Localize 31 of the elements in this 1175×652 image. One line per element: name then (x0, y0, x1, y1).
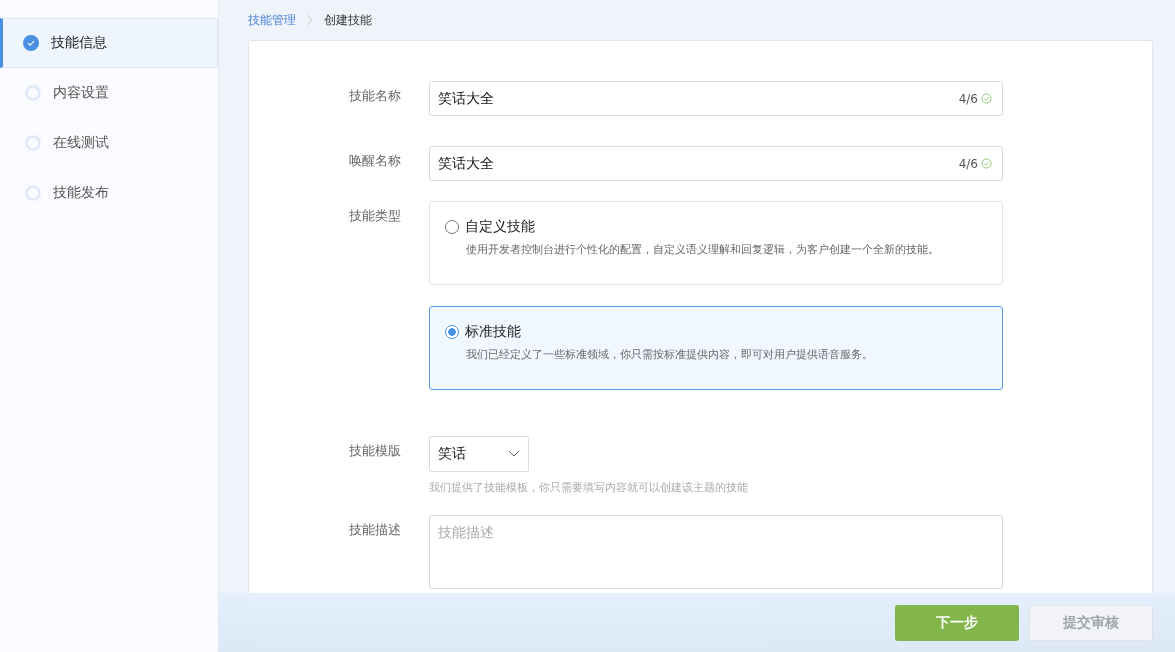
field-label: 唤醒名称 (349, 152, 402, 170)
char-counter: 4/6 (958, 91, 978, 106)
field-label: 技能描述 (349, 521, 402, 539)
radio-card[interactable]: 自定义技能 使用开发者控制台进行个性化的配置，自定义语义理解和回复逻辑，为客户创建一个全新的技能。 (429, 201, 1003, 285)
template-select[interactable]: 笑话 (429, 436, 529, 472)
radio-button[interactable] (445, 325, 459, 339)
description-field[interactable]: 技能描述 (429, 515, 1003, 589)
radio-card[interactable]: 标准技能 我们已经定义了一些标准领域，你只需按标准提供内容，即可对用户提供语音服务。 (429, 306, 1003, 390)
option-description: 我们已经定义了一些标准领域，你只需按标准提供内容，即可对用户提供语音服务。 (465, 347, 874, 362)
text-field[interactable]: 笑话大全 4/6 (429, 81, 1003, 116)
char-counter: 4/6 (958, 156, 978, 171)
circle-icon (25, 85, 41, 101)
field-label: 技能类型 (349, 207, 402, 225)
field-label: 技能名称 (349, 87, 402, 105)
option-title: 标准技能 (465, 323, 521, 341)
breadcrumb-current: 创建技能 (324, 11, 372, 29)
hint-text: 我们提供了技能模板，你只需要填写内容就可以创建该主题的技能 (429, 480, 748, 495)
option-description: 使用开发者控制台进行个性化的配置，自定义语义理解和回复逻辑，为客户创建一个全新的技能。 (465, 242, 940, 257)
step-item[interactable]: 在线测试 (0, 118, 218, 168)
text-field[interactable]: 笑话大全 4/6 (429, 146, 1003, 181)
chevron-right-icon (306, 14, 314, 26)
chevron-down-icon (508, 450, 520, 458)
circle-icon (25, 135, 41, 151)
step-item[interactable]: 技能信息 (0, 18, 218, 68)
check-circle-icon (23, 35, 39, 51)
option-title: 自定义技能 (465, 218, 535, 236)
step-item[interactable]: 技能发布 (0, 168, 218, 218)
step-item[interactable]: 内容设置 (0, 68, 218, 118)
circle-icon (25, 185, 41, 201)
breadcrumb-link[interactable]: 技能管理 (248, 11, 296, 29)
field-label: 技能模版 (349, 442, 402, 460)
